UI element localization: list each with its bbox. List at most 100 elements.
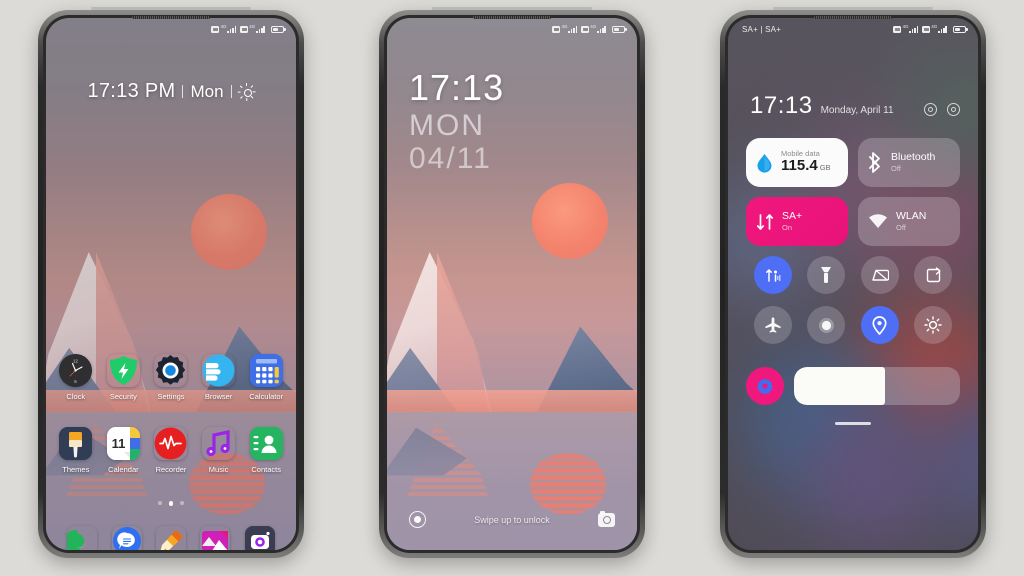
tile-wlan[interactable]: WLAN Off (858, 197, 960, 246)
screenshot-icon (871, 268, 889, 283)
contact-card-icon (249, 427, 283, 460)
phone-lock-screen: 4G 4G 17:13 MON 04/11 Swipe up to unlock (379, 7, 645, 558)
sim2-signal-icon: 4G (581, 24, 606, 34)
control-center-display: SA+ | SA+ 4G 4G 17:13 Monday, April 11 M… (728, 18, 978, 550)
airplane-icon (764, 316, 782, 334)
app-label: Clock (66, 392, 86, 401)
gallery-icon[interactable] (200, 526, 230, 550)
toggle-screenshot[interactable] (860, 256, 899, 294)
app-themes[interactable]: Themes (52, 427, 100, 474)
lock-clock-time: 17:13 (409, 67, 505, 108)
app-grid-row-2: Themes 11 Calendar Recorder Music Contac… (46, 427, 296, 474)
status-bar: 4G 4G (387, 18, 637, 40)
quick-settings-tiles: Mobile data 115.4 GB Bluetooth Off SA+ O… (746, 138, 960, 246)
browser-icon (202, 354, 235, 387)
tile-value: 115.4 (781, 157, 818, 175)
brush-icon (59, 427, 93, 460)
clock-icon: 12 6 (59, 354, 93, 387)
tile-mobile-data[interactable]: Mobile data 115.4 GB (746, 138, 848, 187)
location-pin-icon (872, 315, 887, 335)
home-indicator[interactable] (728, 422, 978, 425)
sim2-signal-icon: 4G (240, 24, 265, 34)
page-dot[interactable] (158, 501, 162, 505)
earpiece-speaker (132, 16, 210, 19)
phone-top-antenna-line (91, 7, 251, 10)
home-screen-display: 4G 4G 17:13 PM Mon 12 6 Clock Security S… (46, 18, 296, 550)
lock-clock-day: MON (409, 109, 485, 142)
app-browser[interactable]: Browser (195, 354, 243, 401)
lock-clock: 17:13 MON 04/11 (409, 70, 504, 174)
page-dot[interactable] (180, 501, 184, 505)
unlock-hint: Swipe up to unlock (474, 514, 550, 525)
app-label: Settings (157, 392, 185, 401)
battery-icon (271, 25, 286, 33)
toggle-airplane[interactable] (753, 306, 792, 344)
camera-icon[interactable] (244, 526, 275, 550)
battery-icon (953, 25, 968, 33)
tile-texts: Bluetooth Off (891, 152, 935, 173)
app-label: Calculator (249, 392, 284, 401)
brightness-slider[interactable] (794, 367, 960, 405)
lock-clock-date: 04/11 (409, 141, 492, 175)
app-contacts[interactable]: Contacts (242, 427, 290, 474)
brightness-slider-fill (794, 367, 886, 405)
app-calendar[interactable]: 11 Calendar (100, 427, 148, 474)
page-dot-active[interactable] (168, 501, 174, 506)
toggle-grid (746, 256, 960, 344)
tile-bluetooth[interactable]: Bluetooth Off (858, 138, 960, 187)
toggle-auto-rotate[interactable] (914, 256, 953, 294)
record-circle-icon[interactable] (409, 511, 426, 528)
toggle-flashlight[interactable] (807, 256, 846, 294)
status-bar-carrier: SA+ | SA+ (742, 24, 782, 34)
status-bar-icons: 4G 4G (552, 24, 627, 34)
target-icon-2[interactable] (947, 103, 960, 116)
tile-texts: SA+ On (782, 211, 802, 232)
tile-state: On (782, 222, 793, 232)
tile-sa-plus[interactable]: SA+ On (746, 197, 848, 246)
status-bar: SA+ | SA+ 4G 4G (728, 18, 978, 40)
toggle-screen-record[interactable] (807, 306, 846, 344)
app-settings[interactable]: Settings (147, 354, 195, 401)
widget-divider-2 (230, 85, 232, 98)
cc-date: Monday, April 11 (820, 105, 894, 116)
phone-body: 4G 4G 17:13 MON 04/11 Swipe up to unlock (384, 15, 640, 553)
toggle-auto-brightness[interactable] (914, 306, 953, 344)
message-icon[interactable] (112, 526, 142, 550)
settings-flower-icon[interactable] (746, 367, 784, 405)
auto-rotate-icon (925, 266, 942, 284)
toggle-location[interactable] (860, 306, 899, 344)
app-clock[interactable]: 12 6 Clock (52, 354, 100, 401)
phone-body: SA+ | SA+ 4G 4G 17:13 Monday, April 11 M… (725, 15, 981, 553)
target-icon[interactable] (924, 103, 937, 116)
camera-icon[interactable] (597, 510, 615, 527)
app-music[interactable]: Music (195, 427, 243, 474)
app-label: Music (208, 465, 229, 474)
app-recorder[interactable]: Recorder (147, 427, 195, 474)
phone-icon[interactable] (67, 526, 97, 550)
phone-home-screen: 4G 4G 17:13 PM Mon 12 6 Clock Security S… (38, 7, 304, 558)
status-bar-icons: 4G 4G (211, 24, 286, 34)
app-label: Contacts (251, 465, 281, 474)
svg-text:12: 12 (73, 359, 78, 364)
calculator-icon (249, 354, 283, 387)
control-center-bottom (746, 367, 960, 405)
phone-body: 4G 4G 17:13 PM Mon 12 6 Clock Security S… (43, 15, 299, 553)
status-bar-icons: 4G 4G (893, 24, 968, 34)
app-label: Calendar (108, 465, 139, 474)
sim1-signal-icon: 4G (893, 24, 919, 34)
app-calculator[interactable]: Calculator (242, 354, 290, 401)
toggle-sound[interactable] (753, 256, 792, 294)
earpiece-speaker (473, 16, 551, 19)
app-security[interactable]: Security (100, 354, 148, 401)
phone-top-antenna-line (432, 7, 592, 10)
home-clock-widget[interactable]: 17:13 PM Mon (46, 80, 296, 103)
sim2-signal-icon: 4G (922, 24, 947, 34)
gear-icon (154, 354, 187, 387)
sim1-signal-icon: 4G (552, 24, 578, 34)
pencil-icon[interactable] (156, 526, 186, 550)
lock-bottom-bar: Swipe up to unlock (387, 510, 637, 528)
page-indicator (46, 501, 296, 506)
tile-state: Off (896, 222, 906, 232)
cc-time: 17:13 (750, 92, 813, 119)
app-grid-row-1: 12 6 Clock Security Settings Browser Cal… (46, 354, 296, 401)
